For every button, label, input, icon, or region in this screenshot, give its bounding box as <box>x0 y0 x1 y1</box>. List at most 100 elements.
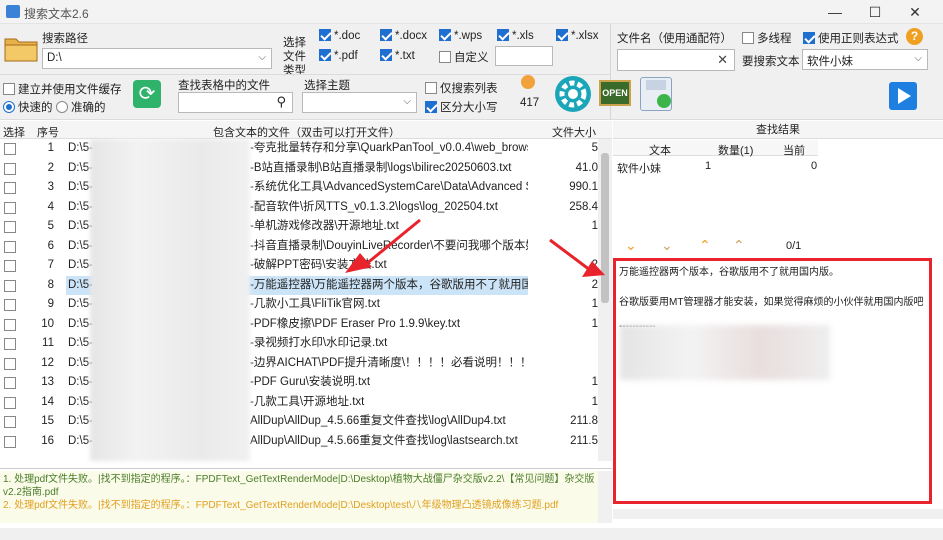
row-size: 41.0 <box>575 161 598 174</box>
fast-option[interactable]: 快速的 <box>3 99 53 115</box>
help-icon[interactable]: ? <box>906 28 923 45</box>
regex-checkbox[interactable] <box>803 32 815 44</box>
row-path-tail: -几款工具\开源地址.txt <box>250 395 365 408</box>
type-docx[interactable]: *.docx <box>380 29 427 42</box>
only-list-option[interactable]: 仅搜索列表 <box>425 80 498 96</box>
col-text[interactable]: 文本 <box>649 142 671 158</box>
type-label: *.docx <box>395 30 427 42</box>
topic-label: 选择主题 <box>304 80 350 92</box>
fast-radio[interactable] <box>3 101 15 113</box>
row-number: 16 <box>41 434 54 447</box>
row-size: 211.5 <box>570 434 598 447</box>
type-checkbox[interactable] <box>556 29 568 41</box>
results-row[interactable]: 软件小妹 1 0 <box>613 158 818 176</box>
row-checkbox[interactable] <box>4 377 16 389</box>
search-text-select[interactable]: 软件小妹 ⌵ <box>802 49 928 70</box>
start-search-button[interactable] <box>889 82 917 110</box>
row-checkbox[interactable] <box>4 279 16 292</box>
nav-counter: 0/1 <box>786 240 802 252</box>
type-xlsx[interactable]: *.xlsx <box>556 29 598 42</box>
type-wps[interactable]: *.wps <box>439 29 482 42</box>
settings-icon[interactable] <box>555 76 591 112</box>
row-checkbox[interactable] <box>4 201 16 214</box>
table-search-input[interactable]: ⚲ <box>178 92 293 113</box>
type-checkbox[interactable] <box>380 29 392 41</box>
row-checkbox[interactable] <box>4 182 16 194</box>
type-xls[interactable]: *.xls <box>497 29 534 42</box>
regex-label: 使用正则表达式 <box>818 33 899 45</box>
col-count[interactable]: 数量(1) <box>718 142 753 158</box>
preview-box[interactable]: 万能遥控器两个版本，谷歌版用不了就用国内版。 谷歌版要用MT管理器才能安装，如果… <box>613 258 932 504</box>
accurate-option[interactable]: 准确的 <box>56 99 106 115</box>
only-list-checkbox[interactable] <box>425 82 437 94</box>
row-number: 3 <box>47 181 54 193</box>
row-number: 13 <box>41 376 54 388</box>
filename-input[interactable]: ✕ <box>617 49 735 71</box>
case-label: 区分大小写 <box>440 102 498 114</box>
cache-option[interactable]: 建立并使用文件缓存 <box>3 81 122 97</box>
row-checkbox[interactable] <box>4 299 16 311</box>
type-checkbox[interactable] <box>319 49 331 61</box>
custom-type-input[interactable] <box>495 46 553 66</box>
next-icon[interactable]: ⌄ <box>625 237 637 254</box>
log-scrollbar[interactable] <box>598 471 612 523</box>
type-txt[interactable]: *.txt <box>380 49 415 62</box>
minimize-button[interactable]: — <box>815 2 855 22</box>
last-icon[interactable]: ⌄ <box>661 237 673 254</box>
multithread-option[interactable]: 多线程 <box>742 30 792 46</box>
result-current: 0 <box>811 160 818 172</box>
row-number: 4 <box>47 200 54 213</box>
type-custom[interactable]: 自定义 <box>439 49 489 65</box>
col-number[interactable]: 序号 <box>37 124 59 140</box>
case-checkbox[interactable] <box>425 101 437 113</box>
preview-scrollbar[interactable] <box>613 509 943 519</box>
type-checkbox[interactable] <box>497 29 509 41</box>
row-size: 1 <box>591 376 598 388</box>
cache-checkbox[interactable] <box>3 83 15 95</box>
blurred-region <box>620 325 830 380</box>
topic-select[interactable]: ⌵ <box>302 92 417 113</box>
row-checkbox[interactable] <box>4 416 16 428</box>
only-list-label: 仅搜索列表 <box>440 83 498 95</box>
row-checkbox[interactable] <box>4 143 16 155</box>
type-checkbox[interactable] <box>439 51 451 63</box>
chevron-down-icon: ⌵ <box>914 53 922 64</box>
col-path[interactable]: 包含文本的文件（双击可以打开文件） <box>213 124 400 140</box>
maximize-button[interactable]: ☐ <box>855 2 895 22</box>
regex-option[interactable]: 使用正则表达式 <box>803 30 899 46</box>
row-checkbox[interactable] <box>4 318 16 331</box>
save-icon[interactable] <box>640 77 672 111</box>
row-checkbox[interactable] <box>4 396 16 409</box>
search-icon[interactable]: ⚲ <box>276 94 286 110</box>
type-checkbox[interactable] <box>380 49 392 61</box>
type-checkbox[interactable] <box>439 29 451 41</box>
close-button[interactable]: ✕ <box>895 2 935 22</box>
grid-header: 选择 序号 包含文本的文件（双击可以打开文件） 文件大小 <box>0 121 612 139</box>
row-checkbox[interactable] <box>4 338 16 350</box>
log-line: 1. 处理pdf文件失败。|找不到指定的程序。：FPDFText_GetText… <box>3 474 595 498</box>
type-pdf[interactable]: *.pdf <box>319 49 358 62</box>
row-checkbox[interactable] <box>4 221 16 233</box>
row-checkbox[interactable] <box>4 435 16 448</box>
case-option[interactable]: 区分大小写 <box>425 99 498 115</box>
type-checkbox[interactable] <box>319 29 331 41</box>
app-icon <box>6 5 20 18</box>
open-file-icon[interactable]: OPEN <box>599 80 631 106</box>
folder-icon[interactable] <box>4 34 38 62</box>
first-icon[interactable]: ⌃ <box>733 237 745 254</box>
row-checkbox[interactable] <box>4 162 16 175</box>
multithread-checkbox[interactable] <box>742 32 754 44</box>
row-checkbox[interactable] <box>4 357 16 370</box>
col-select[interactable]: 选择 <box>3 124 25 140</box>
clear-icon[interactable]: ✕ <box>717 52 728 68</box>
row-checkbox[interactable] <box>4 240 16 253</box>
col-current[interactable]: 当前 <box>783 142 805 158</box>
type-doc[interactable]: *.doc <box>319 29 360 42</box>
col-size[interactable]: 文件大小 <box>552 124 596 140</box>
row-checkbox[interactable] <box>4 260 16 272</box>
search-path-select[interactable]: D:\ ⌵ <box>42 48 272 69</box>
accurate-radio[interactable] <box>56 101 68 113</box>
result-count: 1 <box>705 160 712 172</box>
prev-icon[interactable]: ⌃ <box>699 237 711 254</box>
refresh-icon[interactable]: ⟳ <box>133 80 161 108</box>
